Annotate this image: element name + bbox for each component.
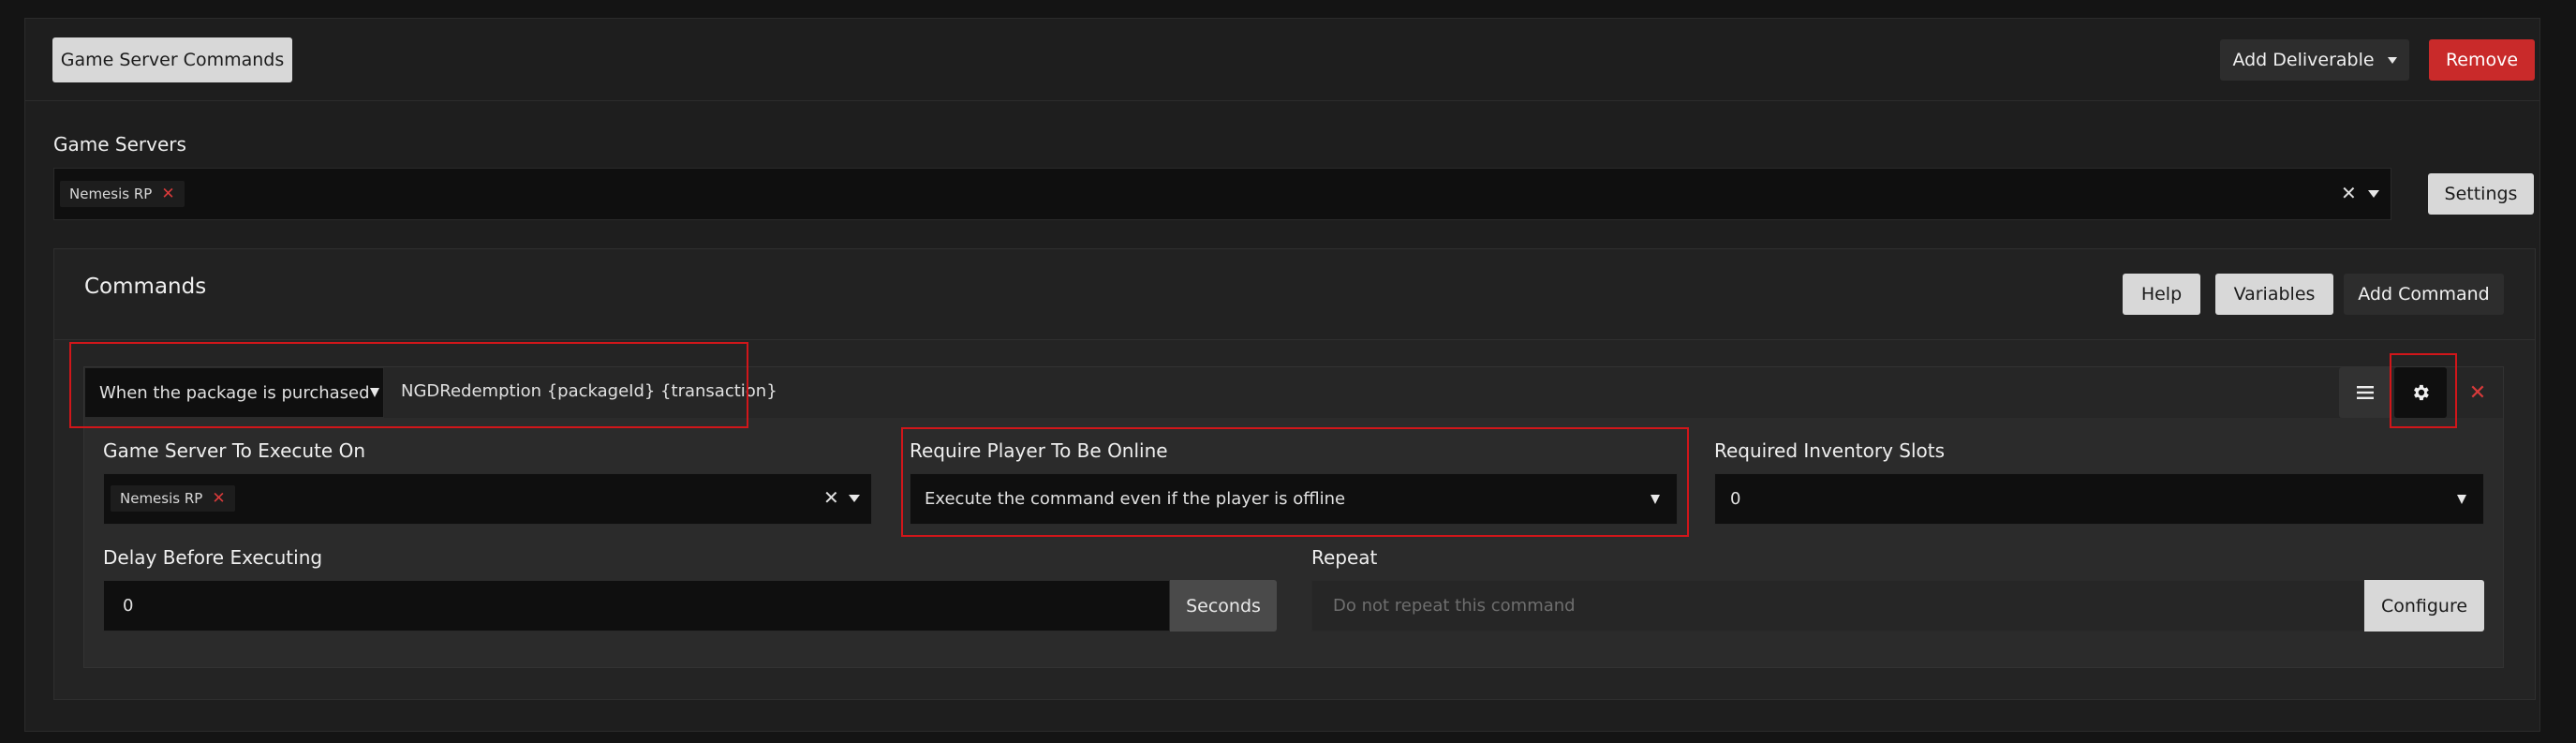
add-command-button[interactable]: Add Command [2344, 274, 2504, 315]
delete-command-button[interactable]: ✕ [2453, 367, 2502, 418]
add-deliverable-button[interactable]: Add Deliverable [2220, 39, 2409, 81]
settings-button[interactable]: Settings [2428, 173, 2534, 215]
add-command-label: Add Command [2358, 284, 2490, 305]
delay-unit-addon: Seconds [1170, 580, 1277, 632]
highlight-trigger-command [69, 342, 748, 428]
close-icon[interactable]: ✕ [212, 489, 225, 508]
add-deliverable-label: Add Deliverable [2232, 50, 2375, 70]
caret-down-icon[interactable] [2368, 190, 2379, 198]
delay-label: Delay Before Executing [103, 546, 323, 569]
reorder-button[interactable] [2339, 367, 2391, 418]
server-tag: Nemesis RP ✕ [60, 181, 185, 207]
help-button[interactable]: Help [2123, 274, 2200, 315]
configure-button[interactable]: Configure [2364, 580, 2484, 632]
help-label: Help [2140, 284, 2183, 305]
repeat-placeholder: Do not repeat this command [1333, 596, 1576, 616]
close-icon: ✕ [2468, 380, 2487, 405]
hamburger-icon [2357, 386, 2374, 399]
caret-down-icon[interactable] [849, 495, 860, 502]
caret-down-icon [2387, 56, 2397, 64]
repeat-label: Repeat [1311, 546, 1378, 569]
highlight-require-online [901, 427, 1689, 537]
server-tag-label: Nemesis RP [120, 490, 203, 507]
game-servers-label: Game Servers [53, 133, 186, 156]
deliverable-header [25, 19, 2539, 101]
execute-server-label: Game Server To Execute On [103, 439, 366, 462]
configure-label: Configure [2380, 595, 2468, 617]
inventory-slots-value: 0 [1730, 489, 1741, 509]
delay-value: 0 [123, 596, 134, 616]
game-servers-select[interactable] [53, 168, 2391, 220]
clear-icon[interactable]: ✕ [823, 486, 839, 509]
remove-button[interactable]: Remove [2429, 39, 2535, 81]
caret-down-icon [2457, 494, 2466, 504]
server-tag-label: Nemesis RP [69, 186, 153, 202]
commands-title: Commands [84, 275, 207, 299]
inventory-slots-label: Required Inventory Slots [1714, 439, 1946, 462]
remove-label: Remove [2445, 50, 2519, 70]
deliverable-type-label: Game Server Commands [60, 50, 285, 70]
deliverable-type-button[interactable]: Game Server Commands [52, 37, 292, 82]
server-tag: Nemesis RP ✕ [111, 485, 235, 512]
clear-icon[interactable]: ✕ [2341, 182, 2357, 204]
settings-label: Settings [2444, 184, 2518, 204]
delay-unit-label: Seconds [1186, 595, 1261, 617]
inventory-slots-select[interactable]: 0 [1714, 473, 2484, 525]
highlight-settings [2390, 353, 2457, 428]
variables-label: Variables [2233, 284, 2316, 305]
delay-input[interactable]: 0 [103, 580, 1170, 632]
close-icon[interactable]: ✕ [161, 185, 174, 203]
variables-button[interactable]: Variables [2215, 274, 2333, 315]
repeat-input[interactable]: Do not repeat this command [1311, 580, 2364, 632]
